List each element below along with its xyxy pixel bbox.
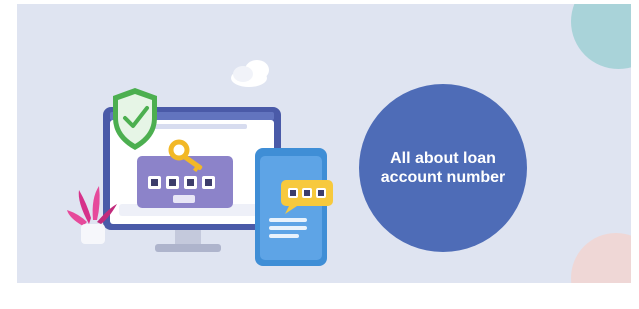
decorative-blob-bottom-right — [571, 233, 631, 283]
title-circle: All about loan account number — [359, 84, 527, 252]
decorative-blob-top-right — [571, 4, 631, 69]
cloud-icon — [231, 60, 269, 87]
banner: All about loan account number — [17, 4, 631, 283]
password-panel — [137, 156, 233, 208]
title-text: All about loan account number — [380, 150, 506, 186]
security-illustration — [67, 60, 333, 266]
